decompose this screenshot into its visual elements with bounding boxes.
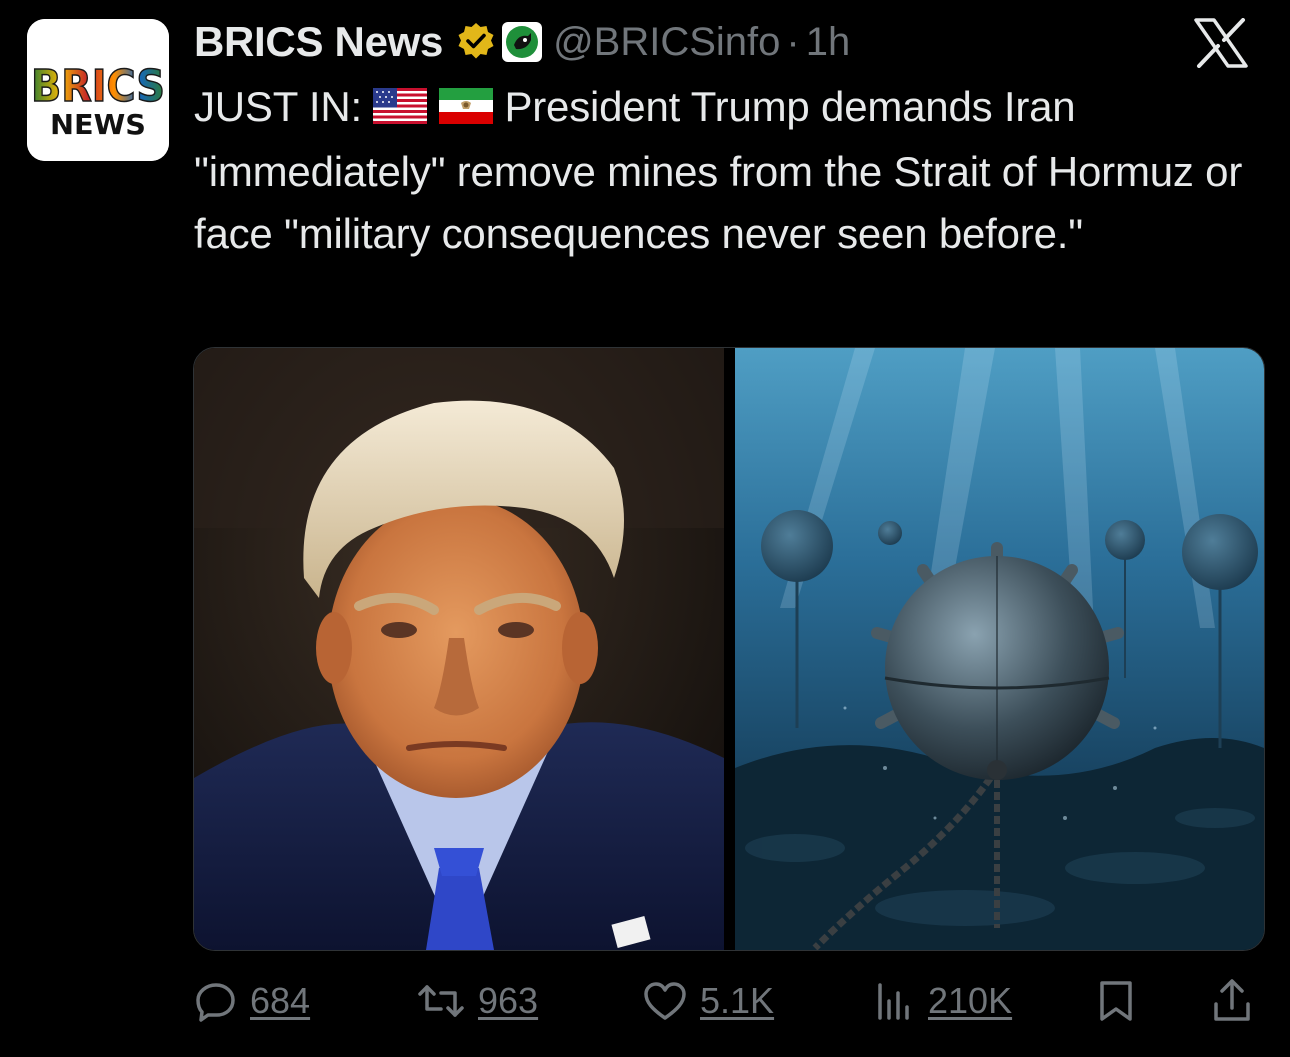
- view-count: 210K: [928, 980, 1013, 1021]
- post-time[interactable]: 1h: [806, 20, 851, 65]
- analytics-icon: [878, 983, 909, 1020]
- iran-flag-icon: [438, 79, 493, 141]
- action-bar: 684 963 5.1K 210K: [194, 970, 1264, 1032]
- svg-text:BRICS: BRICS: [31, 61, 165, 112]
- media-grid[interactable]: [193, 347, 1265, 951]
- share-button[interactable]: [1210, 970, 1254, 1032]
- photo-sea-mines[interactable]: [735, 348, 1264, 950]
- display-name[interactable]: BRICS News: [194, 18, 443, 66]
- x-logo-icon[interactable]: [1180, 16, 1262, 70]
- repost-button[interactable]: 963: [416, 970, 538, 1032]
- repost-count: 963: [478, 980, 539, 1021]
- affiliate-badge-icon[interactable]: [501, 21, 543, 63]
- heart-icon: [644, 982, 686, 1020]
- tweet-text: JUST IN: President Trump demands Iran "i…: [194, 76, 1264, 265]
- reply-count: 684: [250, 980, 311, 1021]
- tweet-header: BRICS News @BRICSinfo · 1h: [194, 14, 850, 70]
- share-icon: [1214, 979, 1250, 1021]
- views-button[interactable]: 210K: [872, 970, 1012, 1032]
- reply-button[interactable]: 684: [194, 970, 310, 1032]
- verified-badge-icon[interactable]: [455, 21, 497, 63]
- tweet-prefix: JUST IN:: [194, 83, 362, 130]
- repost-icon: [418, 985, 464, 1017]
- brics-news-logo: BRICS NEWS: [27, 19, 169, 161]
- user-handle[interactable]: @BRICSinfo: [553, 20, 780, 65]
- like-button[interactable]: 5.1K: [642, 970, 774, 1032]
- avatar[interactable]: BRICS NEWS: [27, 19, 169, 161]
- svg-text:NEWS: NEWS: [50, 108, 146, 141]
- separator-dot: ·: [786, 19, 800, 64]
- us-flag-icon: [373, 79, 428, 141]
- like-count: 5.1K: [700, 980, 775, 1021]
- photo-man-portrait-image: [194, 348, 724, 950]
- photo-underwater-sea-mines-image: [735, 348, 1264, 950]
- bookmark-icon: [1100, 981, 1132, 1021]
- bookmark-button[interactable]: [1096, 970, 1136, 1032]
- reply-icon: [196, 983, 235, 1022]
- photo-portrait[interactable]: [194, 348, 724, 950]
